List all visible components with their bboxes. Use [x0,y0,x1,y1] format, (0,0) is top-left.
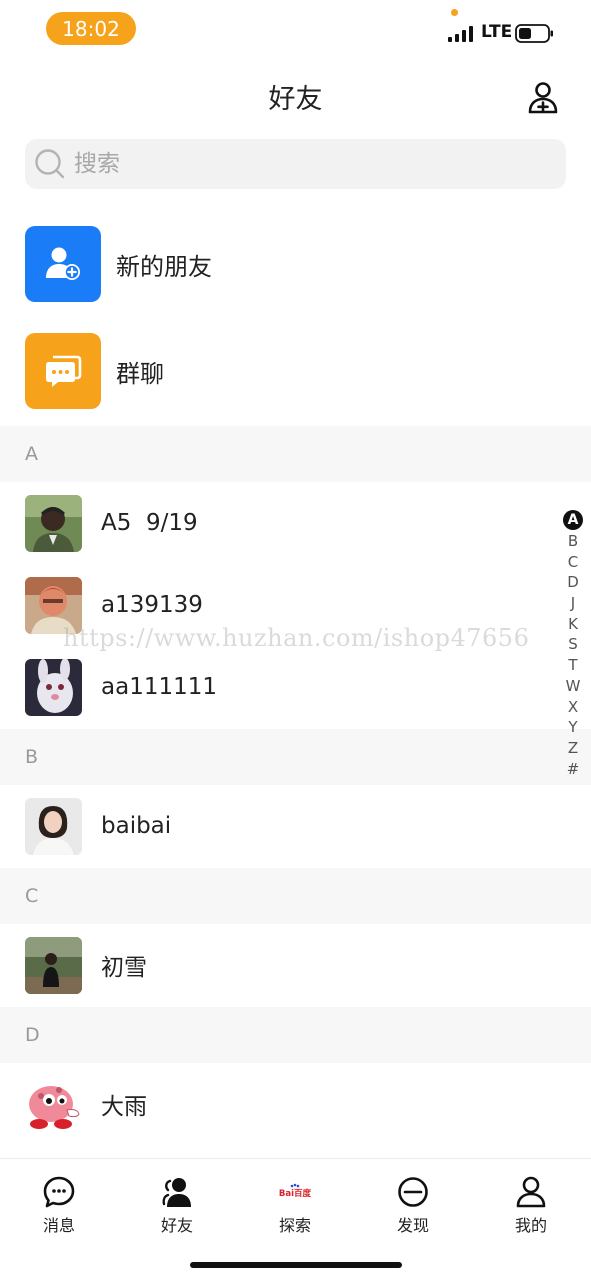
tab-label: 消息 [42,1216,75,1235]
index-letter[interactable]: # [562,758,584,779]
group-chat-icon [46,355,82,387]
message-icon [43,1176,75,1208]
index-letter[interactable]: T [562,655,584,676]
section-header-a: A [0,426,591,482]
index-letter[interactable]: D [562,572,584,593]
new-friends-entry[interactable]: 新的朋友 [0,214,591,314]
tab-messages[interactable]: 消息 [9,1175,109,1235]
network-type: LTE [481,22,513,42]
signal-icon [448,26,473,42]
explore-logo-icon: Bai百度 [279,1183,312,1199]
search-bar[interactable] [25,139,566,189]
add-user-icon [528,82,558,114]
contact-row[interactable]: A5 9/19 [0,482,560,564]
index-letter[interactable]: S [562,634,584,655]
section-header-c: C [0,868,591,924]
index-letter[interactable]: B [562,531,584,552]
watermark: https://www.huzhan.com/ishop47656 [63,624,530,652]
contact-name: A5 9/19 [101,510,198,536]
section-header-b: B [0,729,591,785]
friends-icon [162,1178,191,1207]
index-letter[interactable]: A [563,510,583,530]
contact-name: aa111111 [101,674,217,700]
index-letter[interactable]: X [562,696,584,717]
mic-indicator-dot [451,9,458,16]
contact-row[interactable]: aa111111 [0,646,560,728]
battery-icon [515,24,553,43]
avatar [25,494,82,552]
contact-name: baibai [101,813,172,839]
new-friend-tile [25,226,101,302]
contact-row[interactable]: 大雨 [0,1063,560,1145]
index-letter[interactable]: K [562,613,584,634]
add-friend-button[interactable] [524,78,562,116]
page-title: 好友 [268,84,323,115]
tab-label: 发现 [396,1216,429,1235]
contact-row[interactable]: baibai [0,785,560,867]
index-letter[interactable]: J [562,593,584,614]
tab-profile[interactable]: 我的 [481,1175,581,1235]
new-friends-label: 新的朋友 [116,252,212,281]
avatar [25,797,82,855]
profile-icon [516,1176,546,1208]
section-header-d: D [0,1007,591,1063]
index-letter[interactable]: C [562,551,584,572]
status-bar: 18:02 LTE [0,0,591,58]
index-letter[interactable]: W [562,676,584,697]
avatar [25,936,82,994]
tab-explore[interactable]: Bai百度 探索 [245,1175,345,1235]
group-chat-entry[interactable]: 群聊 [0,321,591,421]
group-chat-tile [25,333,101,409]
search-icon [35,149,65,179]
contact-name: a139139 [101,592,203,618]
contact-name: 大雨 [101,1094,147,1120]
tab-label: 好友 [160,1216,193,1235]
tab-friends[interactable]: 好友 [127,1175,227,1235]
index-letter[interactable]: Z [562,738,584,759]
tab-label: 探索 [278,1216,311,1235]
tab-label: 我的 [514,1216,547,1235]
home-indicator[interactable] [190,1262,402,1268]
status-time: 18:02 [46,12,136,45]
index-letter[interactable]: Y [562,717,584,738]
avatar [25,1075,82,1133]
contact-row[interactable]: 初雪 [0,924,560,1006]
tab-discover[interactable]: 发现 [363,1175,463,1235]
avatar [25,658,82,716]
group-chat-label: 群聊 [116,359,164,388]
contact-name: 初雪 [101,955,147,981]
svg-text:Bai百度: Bai百度 [279,1188,312,1199]
alphabet-index-bar[interactable]: A B C D J K S T W X Y Z # [560,510,586,779]
discover-icon [398,1177,428,1207]
new-friend-icon [46,247,80,280]
search-input[interactable] [74,151,534,177]
